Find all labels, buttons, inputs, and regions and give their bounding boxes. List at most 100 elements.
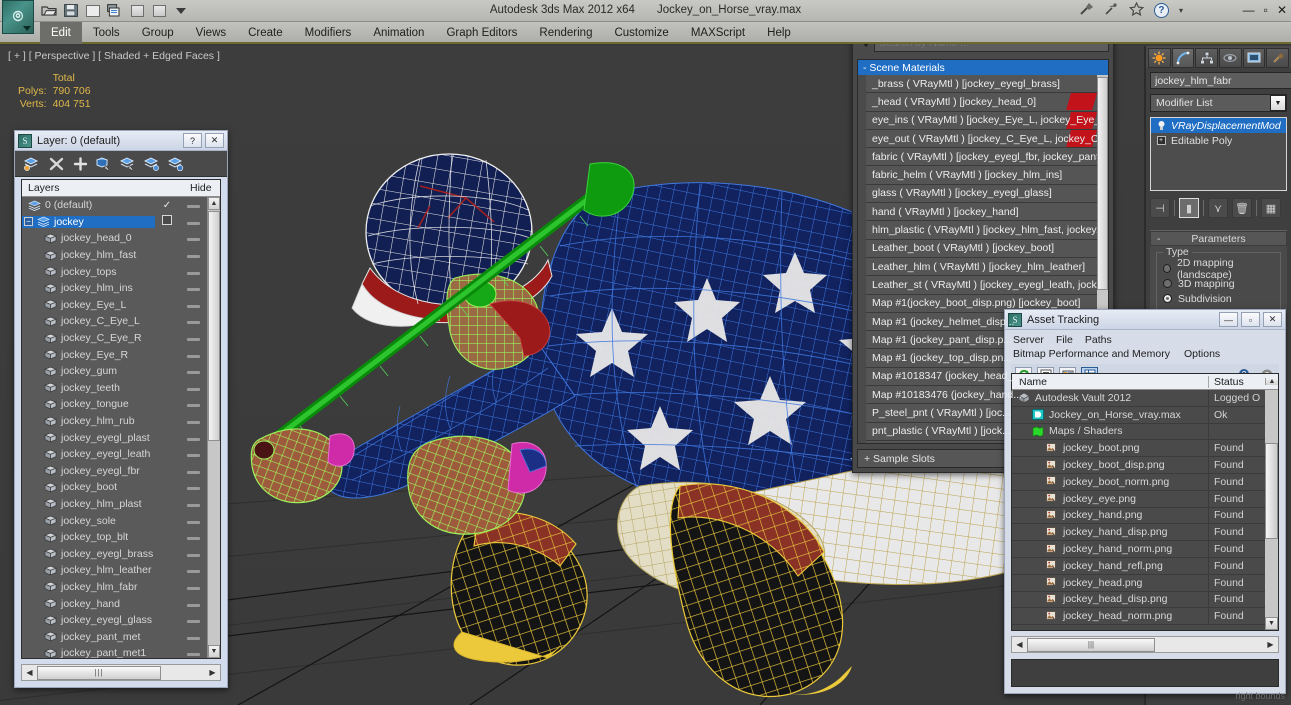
layer-hide-toggle[interactable] (179, 515, 207, 527)
layer-row[interactable]: jockey_head_0 (22, 230, 207, 247)
scroll-down-icon[interactable]: ▼ (1265, 617, 1278, 630)
asset-row[interactable]: jockey_head_norm.png Found (1012, 608, 1265, 626)
menu-server[interactable]: Server (1013, 334, 1044, 346)
modifier-stack-item-1[interactable]: + Editable Poly (1151, 133, 1286, 148)
dropdown-caret-icon[interactable] (172, 2, 190, 19)
scroll-down-icon[interactable]: ▼ (208, 645, 220, 658)
scroll-right-icon[interactable]: ▶ (1263, 637, 1278, 652)
asset-row[interactable]: jockey_boot_disp.png Found (1012, 457, 1265, 474)
modifier-stack-toolbar[interactable]: ⊣ ▮ ⋎ 🗑 ▦ (1150, 196, 1287, 220)
layer-hide-toggle[interactable] (179, 415, 207, 427)
help-button[interactable]: ? (183, 133, 202, 148)
modifier-stack[interactable]: VRayDisplacementMod + Editable Poly (1150, 117, 1287, 191)
layer-row[interactable]: jockey_Eye_R (22, 346, 207, 363)
window-controls[interactable]: — ▫ ✕ (1243, 3, 1287, 17)
scroll-left-icon[interactable]: ◀ (22, 665, 37, 680)
utilities-tab[interactable] (1266, 48, 1290, 68)
layer-panel-titlebar[interactable]: S Layer: 0 (default) ? ✕ (15, 131, 227, 151)
layer-rows[interactable]: 0 (default) ✓ − jockey jockey_head_0 jockey_h… (22, 197, 207, 658)
set-current-layer-icon[interactable] (165, 154, 187, 174)
layer-row[interactable]: jockey_eyegl_plast (22, 429, 207, 446)
menu-item-animation[interactable]: Animation (362, 22, 435, 44)
modifier-list-dropdown[interactable]: Modifier List ▼ (1150, 94, 1287, 112)
asset-row[interactable]: jockey_boot.png Found (1012, 440, 1265, 458)
layer-row[interactable]: jockey_C_Eye_L (22, 313, 207, 330)
hierarchy-tab[interactable] (1195, 48, 1219, 68)
layer-hide-toggle[interactable] (179, 332, 207, 344)
layer-hide-toggle[interactable] (179, 232, 207, 244)
display-tab[interactable] (1242, 48, 1266, 68)
menu-item-edit[interactable]: Edit (40, 22, 82, 44)
star-icon[interactable] (1128, 1, 1145, 19)
asset-tracking-grid[interactable]: Name Status ▲ Autodesk Vault 2012 Logged … (1011, 373, 1279, 631)
layer-hide-toggle[interactable] (179, 432, 207, 444)
layer-hide-toggle[interactable] (179, 531, 207, 543)
layer-row[interactable]: jockey_boot (22, 479, 207, 496)
undo-icon[interactable] (84, 2, 102, 19)
material-row[interactable]: _head ( VRayMtl ) [jockey_head_0] (866, 93, 1097, 112)
maximize-button[interactable]: ▫ (1241, 312, 1260, 327)
asset-tracking-menu-row-1[interactable]: Server File Paths (1005, 333, 1285, 347)
titlebar-right-icons[interactable]: ? ▾ (1079, 1, 1183, 19)
scroll-up-icon[interactable]: ▲ (208, 197, 220, 210)
asset-tracking-panel[interactable]: S Asset Tracking — ▫ ✕ Server File Paths… (1004, 309, 1286, 694)
layer-row[interactable]: jockey_hlm_fast (22, 247, 207, 264)
layer-horizontal-scrollbar[interactable]: ◀ ||| ▶ (21, 664, 221, 681)
scroll-up-icon[interactable]: ▲ (1265, 378, 1278, 385)
asset-tracking-titlebar[interactable]: S Asset Tracking — ▫ ✕ (1005, 310, 1285, 330)
layer-hide-toggle[interactable] (179, 498, 207, 510)
layer-hide-toggle[interactable] (179, 365, 207, 377)
asset-row[interactable]: jockey_hand_disp.png Found (1012, 524, 1265, 542)
application-menu-button[interactable]: ⌾ (2, 0, 34, 34)
satellite-icon[interactable] (1104, 2, 1119, 19)
layer-row[interactable]: jockey_hand (22, 595, 207, 612)
modifier-stack-item-0[interactable]: VRayDisplacementMod (1151, 118, 1286, 133)
configure-modifier-sets-icon[interactable]: ▦ (1261, 198, 1281, 218)
parameters-rollout-header[interactable]: - Parameters (1150, 231, 1287, 246)
asset-tracking-menu-row-2[interactable]: Bitmap Performance and Memory Options (1005, 347, 1285, 361)
chevron-down-icon[interactable]: ▼ (1270, 95, 1286, 111)
layer-hide-toggle[interactable] (179, 266, 207, 278)
close-button[interactable]: ✕ (1263, 312, 1282, 327)
add-selection-to-layer-icon[interactable] (141, 154, 163, 174)
layer-hide-toggle[interactable] (179, 614, 207, 626)
layer-hide-toggle[interactable] (179, 465, 207, 477)
material-row[interactable]: eye_out ( VRayMtl ) [jockey_C_Eye_L, joc… (866, 129, 1097, 149)
menu-item-views[interactable]: Views (185, 22, 237, 44)
rollout-collapse-icon[interactable]: - (1157, 233, 1161, 245)
layer-hide-toggle[interactable] (179, 631, 207, 643)
layer-hide-toggle[interactable] (179, 581, 207, 593)
show-end-result-icon[interactable]: ▮ (1179, 198, 1199, 218)
create-tab[interactable] (1148, 48, 1171, 68)
asset-row[interactable]: jockey_head.png Found (1012, 574, 1265, 592)
layer-row[interactable]: jockey_eyegl_glass (22, 612, 207, 629)
layer-list-scrollbar[interactable]: ▲ ▼ (207, 197, 220, 658)
layer-current-toggle[interactable] (155, 215, 179, 228)
layer-hide-toggle[interactable] (179, 249, 207, 261)
asset-row[interactable]: Autodesk Vault 2012 Logged O (1012, 390, 1265, 407)
material-row[interactable]: hand ( VRayMtl ) [jockey_hand] (866, 203, 1097, 222)
layer-row[interactable]: jockey_gum (22, 363, 207, 380)
radio-2d-mapping[interactable]: 2D mapping (landscape) (1163, 257, 1274, 281)
layer-row[interactable]: jockey_pant_met (22, 628, 207, 645)
menu-bar[interactable]: Edit Tools Group Views Create Modifiers Animat… (0, 22, 1291, 44)
menu-item-create[interactable]: Create (237, 22, 294, 44)
layer-hide-toggle[interactable] (179, 315, 207, 327)
expander-icon[interactable]: − (24, 217, 33, 227)
motion-tab[interactable] (1219, 48, 1242, 68)
object-name-row[interactable] (1150, 72, 1291, 89)
layer-list[interactable]: Layers Hide 0 (default) ✓ − jockey jockey_he… (21, 179, 221, 659)
material-row[interactable]: fabric_helm ( VRayMtl ) [jockey_hlm_ins] (866, 166, 1097, 185)
menu-item-customize[interactable]: Customize (603, 22, 679, 44)
layer-hide-toggle[interactable] (179, 382, 207, 394)
scroll-thumb[interactable] (208, 211, 220, 441)
layer-row[interactable]: jockey_sole (22, 512, 207, 529)
layer-hide-toggle[interactable] (179, 199, 207, 211)
layer-row[interactable]: jockey_hlm_rub (22, 413, 207, 430)
asset-row[interactable]: jockey_eye.png Found (1012, 490, 1265, 508)
menu-item-rendering[interactable]: Rendering (528, 22, 603, 44)
menu-bitmap-performance[interactable]: Bitmap Performance and Memory (1013, 348, 1170, 360)
layer-hide-toggle[interactable] (179, 564, 207, 576)
redo-icon[interactable] (128, 2, 146, 19)
asset-row[interactable]: jockey_boot_norm.png Found (1012, 473, 1265, 491)
